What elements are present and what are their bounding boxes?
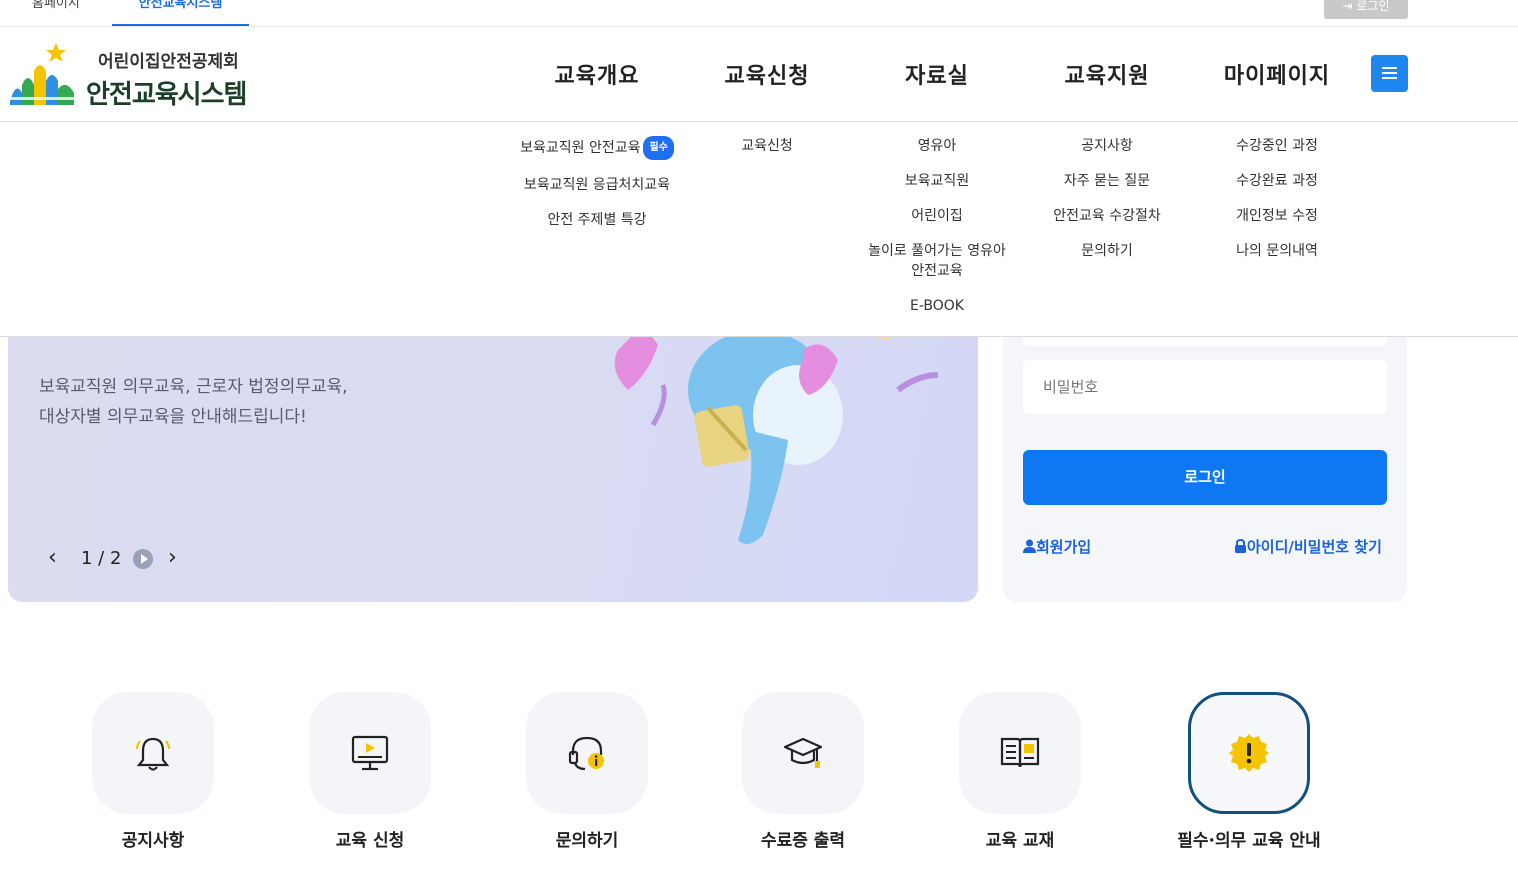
quick-link-required-education[interactable]: 필수·의무 교육 안내 [1169,692,1329,851]
quick-link-label: 수료증 출력 [760,831,846,851]
menu-item-edit-profile[interactable]: 개인정보 수정 [1182,206,1372,226]
next-slide-icon[interactable]: › [168,545,177,570]
quick-link-certificate[interactable]: 수료증 출력 [723,692,883,851]
menu-item-my-inquiries[interactable]: 나의 문의내역 [1182,241,1372,261]
menu-item-faq[interactable]: 자주 묻는 질문 [1012,171,1202,191]
quick-link-label: 공지사항 [121,831,185,851]
dropdown-col-apply: 교육신청 [672,136,862,171]
banner-desc-line2: 대상자별 의무교육을 안내해드립니다! [39,407,307,427]
menu-item-procedure[interactable]: 안전교육 수강절차 [1012,206,1202,226]
book-icon [1000,737,1040,768]
menu-item-notices[interactable]: 공지사항 [1012,136,1202,156]
bell-icon [135,737,171,771]
quick-link-label: 필수·의무 교육 안내 [1177,831,1321,851]
required-badge: 필수 [643,136,674,160]
quick-link-textbook[interactable]: 교육 교재 [940,692,1100,851]
nav-mypage[interactable]: 마이페이지 [1192,58,1362,90]
monitor-play-icon [351,735,389,771]
site-header: 어린이집안전공제회 안전교육시스템 교육개요 교육신청 자료실 교육지원 마이페… [0,27,1518,122]
quick-link-apply[interactable]: 교육 신청 [290,692,450,851]
dropdown-col-mypage: 수강중인 과정 수강완료 과정 개인정보 수정 나의 문의내역 [1182,136,1372,276]
tab-safety-education-system[interactable]: 안전교육시스템 [112,0,249,26]
menu-item-topic-lecture[interactable]: 안전 주제별 특강 [502,210,692,230]
tab-homepage[interactable]: 홈페이지 [32,0,80,26]
menu-item-completed-courses[interactable]: 수강완료 과정 [1182,171,1372,191]
menu-item-childcare-staff[interactable]: 보육교직원 [842,171,1032,191]
signup-link[interactable]: 회원가입 [1023,536,1091,557]
signup-label: 회원가입 [1036,538,1092,556]
hamburger-menu-button[interactable] [1371,55,1408,92]
headset-icon [568,736,604,771]
nav-education-support[interactable]: 교육지원 [1022,58,1192,90]
quick-link-notices[interactable]: 공지사항 [73,692,233,851]
menu-item-first-aid-education[interactable]: 보육교직원 응급처치교육 [502,175,692,195]
dropdown-col-support: 공지사항 자주 묻는 질문 안전교육 수강절차 문의하기 [1012,136,1202,276]
logo-title: 안전교육시스템 [86,80,247,110]
mega-dropdown-menu: 보육교직원 안전교육 필수 보육교직원 응급처치교육 안전 주제별 특강 교육신청… [0,122,1518,337]
menu-item-inquiry[interactable]: 문의하기 [1012,241,1202,261]
lock-icon [1235,538,1246,553]
alert-badge-icon [1229,734,1269,772]
logo-subtitle: 어린이집안전공제회 [98,52,239,72]
dropdown-col-resources: 영유아 보육교직원 어린이집 놀이로 풀어가는 영유아 안전교육 E-BOOK [842,136,1032,331]
site-logo[interactable]: 어린이집안전공제회 안전교육시스템 [8,41,278,111]
top-login-label: 로그인 [1356,0,1390,13]
graduation-cap-icon [783,737,823,768]
quick-link-label: 문의하기 [555,831,619,851]
menu-item-apply[interactable]: 교육신청 [672,136,862,156]
menu-item-play-safety[interactable]: 놀이로 풀어가는 영유아 안전교육 [842,241,1032,281]
logo-mark-icon [10,43,76,105]
find-account-link[interactable]: 아이디/비밀번호 찾기 [1234,536,1382,557]
menu-item-staff-safety-education[interactable]: 보육교직원 안전교육 필수 [502,136,692,160]
nav-education-apply[interactable]: 교육신청 [682,58,852,90]
quick-link-inquiry[interactable]: 문의하기 [507,692,667,851]
utility-bar: 홈페이지 안전교육시스템 ⇥ 로그인 [0,0,1518,27]
banner-description: 보육교직원 의무교육, 근로자 법정의무교육, 대상자별 의무교육을 안내해드립… [39,372,348,432]
prev-slide-icon[interactable]: ‹ [48,545,57,570]
nav-education-overview[interactable]: 교육개요 [512,58,682,90]
nav-resources[interactable]: 자료실 [852,58,1022,90]
play-icon[interactable] [133,549,153,569]
hamburger-icon [1382,67,1397,69]
slide-counter: 1 / 2 [81,548,122,569]
banner-desc-line1: 보육교직원 의무교육, 근로자 법정의무교육, [39,377,348,397]
top-login-button[interactable]: ⇥ 로그인 [1324,0,1408,19]
login-button[interactable]: 로그인 [1023,450,1387,505]
user-icon [1023,539,1036,553]
password-field[interactable] [1023,360,1387,414]
login-icon: ⇥ [1342,0,1357,13]
dropdown-col-overview: 보육교직원 안전교육 필수 보육교직원 응급처치교육 안전 주제별 특강 [502,136,692,245]
find-account-label: 아이디/비밀번호 찾기 [1247,538,1382,556]
quick-link-label: 교육 교재 [985,831,1055,851]
menu-item-ebook[interactable]: E-BOOK [842,296,1032,316]
menu-item-courses-in-progress[interactable]: 수강중인 과정 [1182,136,1372,156]
menu-item-infants[interactable]: 영유아 [842,136,1032,156]
quick-link-label: 교육 신청 [335,831,405,851]
menu-item-daycare[interactable]: 어린이집 [842,206,1032,226]
